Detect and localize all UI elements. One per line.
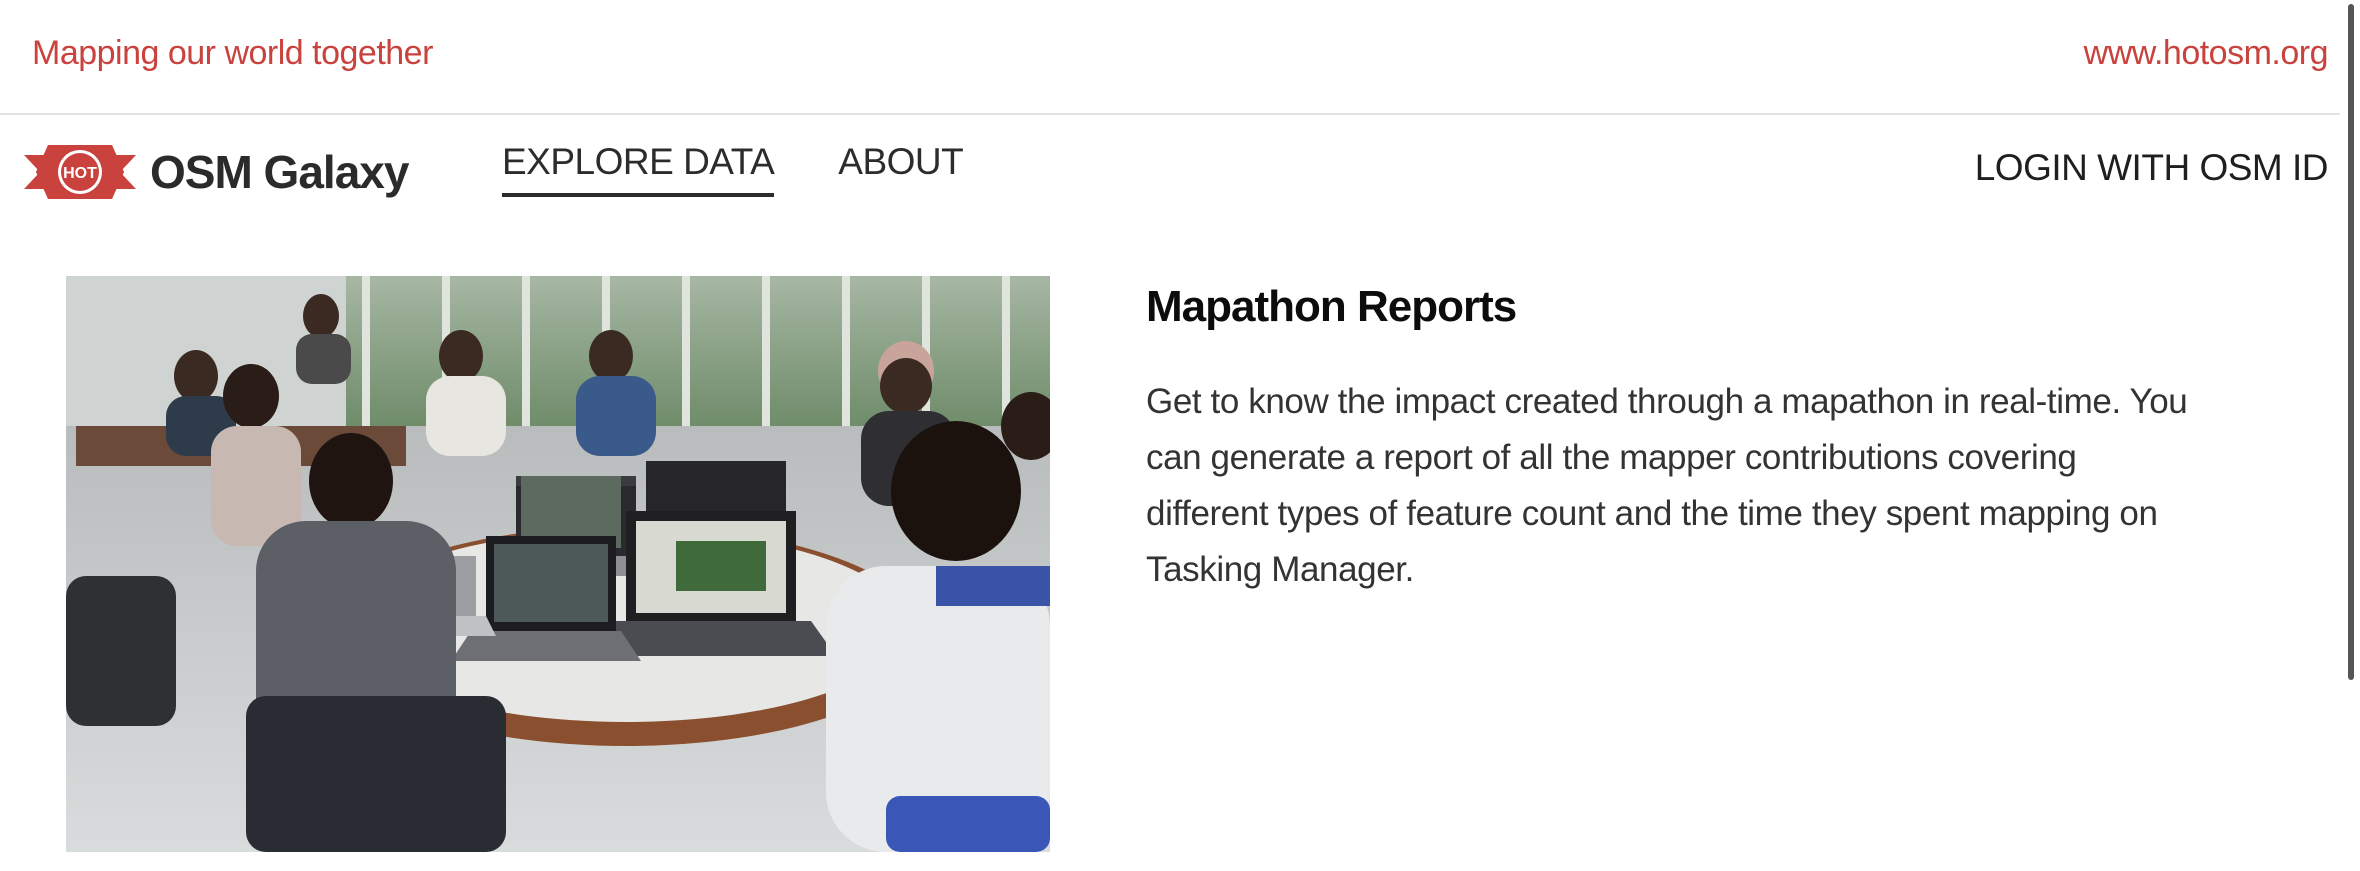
page: Mapping our world together www.hotosm.or… <box>0 0 2360 871</box>
tagline: Mapping our world together <box>32 34 433 72</box>
login-button[interactable]: LOGIN WITH OSM ID <box>1975 147 2329 189</box>
hotosm-site-link[interactable]: www.hotosm.org <box>2084 34 2329 73</box>
section-title: Mapathon Reports <box>1146 282 1517 331</box>
app-name: OSM Galaxy <box>150 146 409 198</box>
logo-text: HOT <box>63 165 97 182</box>
mapathon-photo <box>66 276 1050 852</box>
tab-explore-data[interactable]: EXPLORE DATA <box>502 141 775 197</box>
hot-logo-icon: HOT <box>24 145 136 199</box>
header-nav: HOT OSM Galaxy EXPLORE DATA ABOUT LOGIN … <box>0 117 2340 227</box>
mapathon-reports-section: Mapathon Reports Get to know the impact … <box>1146 282 2246 633</box>
scrollbar-thumb[interactable] <box>2348 4 2354 680</box>
scrollbar[interactable] <box>2340 0 2360 871</box>
tab-about[interactable]: ABOUT <box>838 141 963 197</box>
main-nav: EXPLORE DATA ABOUT <box>502 141 964 197</box>
logo-link[interactable]: HOT OSM Galaxy <box>24 137 409 207</box>
section-description: Get to know the impact created through a… <box>1146 382 2188 589</box>
top-strip: Mapping our world together www.hotosm.or… <box>0 0 2340 115</box>
mapathon-photo-illustration <box>66 276 1050 852</box>
